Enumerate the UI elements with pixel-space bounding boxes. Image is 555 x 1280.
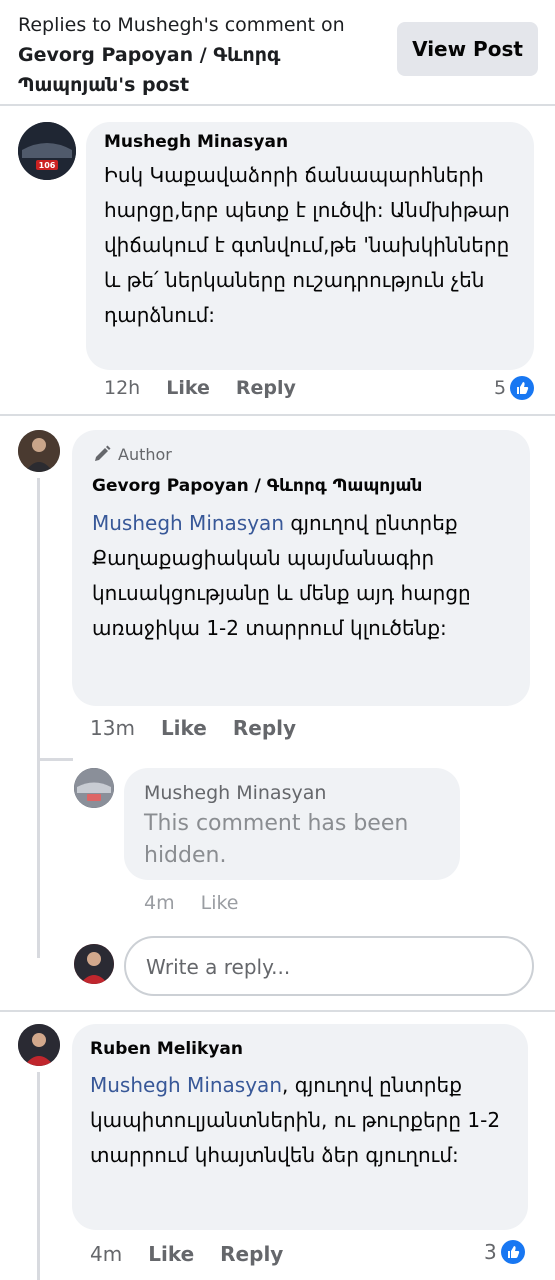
avatar-image-icon: 106 (18, 122, 76, 180)
avatar (74, 944, 114, 984)
reply-button[interactable]: Reply (220, 1242, 283, 1266)
thumbs-up-icon (500, 1240, 525, 1264)
section-divider (0, 1010, 555, 1012)
thread-line (37, 478, 40, 958)
comment-author[interactable]: Mushegh Minasyan (144, 782, 326, 804)
reply-button[interactable]: Reply (233, 716, 296, 740)
comment-actions: 4m Like Reply (90, 1242, 309, 1266)
comment-actions: 13m Like Reply (90, 716, 322, 740)
mention-link[interactable]: Mushegh Minasyan (90, 1073, 282, 1097)
like-button[interactable]: Like (166, 377, 210, 399)
reply-input[interactable]: Write a reply... (124, 936, 534, 996)
avatar[interactable] (74, 768, 114, 808)
page-title: Replies to Mushegh's comment on Gevorg P… (18, 10, 378, 100)
comment-author[interactable]: Ruben Melikyan (90, 1039, 243, 1059)
comment-text: Mushegh Minasyan, գյուղով ընտրեք կապիտու… (90, 1068, 518, 1173)
avatar-image-icon (18, 430, 60, 472)
comment-actions: 12h Like Reply (104, 377, 322, 399)
comment-time[interactable]: 12h (104, 377, 140, 399)
hidden-comment-notice: This comment has been hidden. (144, 811, 409, 868)
avatar[interactable] (18, 430, 60, 472)
avatar-image-icon (74, 768, 114, 808)
header-divider (0, 104, 555, 106)
title-commenter-name: Mushegh (117, 14, 204, 36)
reaction-count-value: 5 (494, 377, 507, 399)
svg-text:106: 106 (39, 161, 56, 170)
reaction-count[interactable]: 5 (494, 376, 535, 400)
thread-branch (37, 758, 73, 761)
comment-time[interactable]: 4m (144, 892, 175, 914)
like-button[interactable]: Like (148, 1242, 194, 1266)
comment-text: Իսկ Կաքավաձորի ճանապարհների հարցը,երբ պե… (104, 163, 510, 327)
section-divider (0, 414, 555, 416)
like-button[interactable]: Like (161, 716, 207, 740)
reaction-count[interactable]: 3 (484, 1240, 525, 1264)
comment-text: Mushegh Minasyan գյուղով ընտրեք Քաղաքացի… (92, 506, 522, 646)
view-post-button[interactable]: View Post (397, 22, 538, 76)
title-prefix: Replies to (18, 14, 118, 36)
title-suffix: 's post (118, 74, 190, 96)
mention-link[interactable]: Mushegh Minasyan (92, 511, 284, 535)
thread-line (37, 1072, 40, 1280)
reply-input-placeholder: Write a reply... (146, 955, 291, 979)
pen-icon (95, 445, 111, 461)
thumbs-up-icon (510, 376, 535, 400)
comment-author[interactable]: Mushegh Minasyan (104, 132, 288, 152)
like-button[interactable]: Like (201, 892, 239, 914)
author-badge: Author (92, 444, 172, 464)
page-header: Replies to Mushegh's comment on Gevorg P… (0, 0, 555, 104)
comment-time[interactable]: 13m (90, 716, 135, 740)
author-badge-label: Author (118, 444, 172, 464)
avatar-image-icon (18, 1024, 60, 1066)
title-mid: 's comment on (203, 14, 345, 36)
reply-button[interactable]: Reply (236, 377, 296, 399)
avatar-image-icon (74, 944, 114, 984)
comment-author[interactable]: Gevorg Papoyan / Գևորգ Պապոյան (92, 476, 422, 496)
comment-actions: 4m Like (144, 892, 265, 914)
avatar[interactable] (18, 1024, 60, 1066)
avatar[interactable]: 106 (18, 122, 76, 180)
reaction-count-value: 3 (484, 1240, 497, 1264)
comment-time[interactable]: 4m (90, 1242, 122, 1266)
